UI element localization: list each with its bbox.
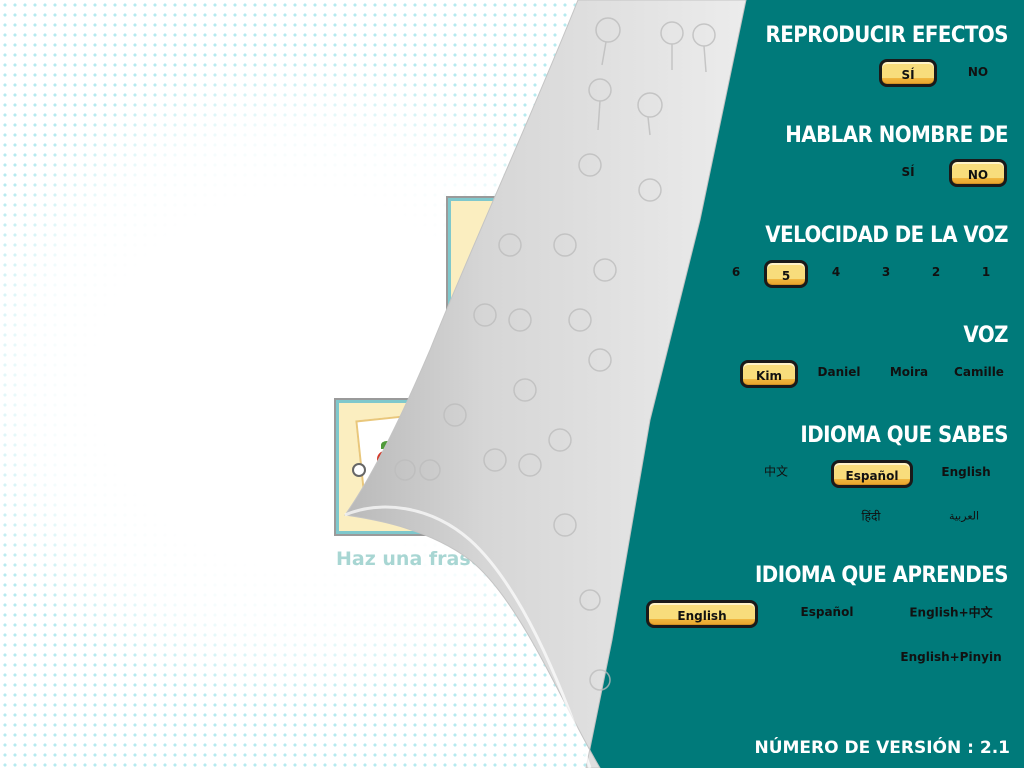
speak-name-no-button[interactable]: NO (949, 159, 1007, 187)
known-language-hindi-button[interactable]: हिंदी (856, 504, 887, 529)
speak-name-title: HABLAR NOMBRE DE (785, 123, 1008, 148)
voice-daniel-button[interactable]: Daniel (812, 361, 867, 383)
voice-camille-button[interactable]: Camille (948, 361, 1010, 383)
sound-effects-no-button[interactable]: NO (962, 61, 994, 83)
sound-effects-yes-button[interactable]: SÍ (879, 59, 937, 87)
voice-title: VOZ (963, 323, 1008, 348)
sound-effects-title: REPRODUCIR EFECTOS (765, 23, 1008, 48)
learning-language-english-chinese-button[interactable]: English+中文 (903, 600, 998, 625)
settings-panel: REPRODUCIR EFECTOS SÍ NO HABLAR NOMBRE D… (600, 0, 1024, 768)
known-language-spanish-button[interactable]: Español (831, 460, 913, 488)
learning-language-english-button[interactable]: English (646, 600, 758, 628)
voice-kim-button[interactable]: Kim (740, 360, 798, 388)
learning-language-spanish-button[interactable]: Español (795, 601, 860, 623)
voice-speed-6-button[interactable]: 6 (726, 261, 746, 283)
voice-speed-5-button[interactable]: 5 (764, 260, 808, 288)
learning-language-english-pinyin-button[interactable]: English+Pinyin (894, 646, 1007, 668)
voice-moira-button[interactable]: Moira (884, 361, 934, 383)
known-language-arabic-button[interactable]: العربية (943, 506, 985, 527)
learning-language-title: IDIOMA QUE APRENDES (754, 563, 1009, 588)
voice-speed-4-button[interactable]: 4 (826, 261, 846, 283)
speak-name-yes-button[interactable]: SÍ (895, 161, 920, 183)
voice-speed-1-button[interactable]: 1 (976, 261, 996, 283)
known-language-chinese-button[interactable]: 中文 (758, 459, 794, 484)
voice-speed-3-button[interactable]: 3 (876, 261, 896, 283)
voice-speed-2-button[interactable]: 2 (926, 261, 946, 283)
known-language-title: IDIOMA QUE SABES (800, 423, 1008, 448)
version-number: NÚMERO DE VERSIÓN : 2.1 (754, 738, 1010, 758)
known-language-english-button[interactable]: English (935, 461, 996, 483)
voice-speed-title: VELOCIDAD DE LA VOZ (765, 223, 1008, 248)
